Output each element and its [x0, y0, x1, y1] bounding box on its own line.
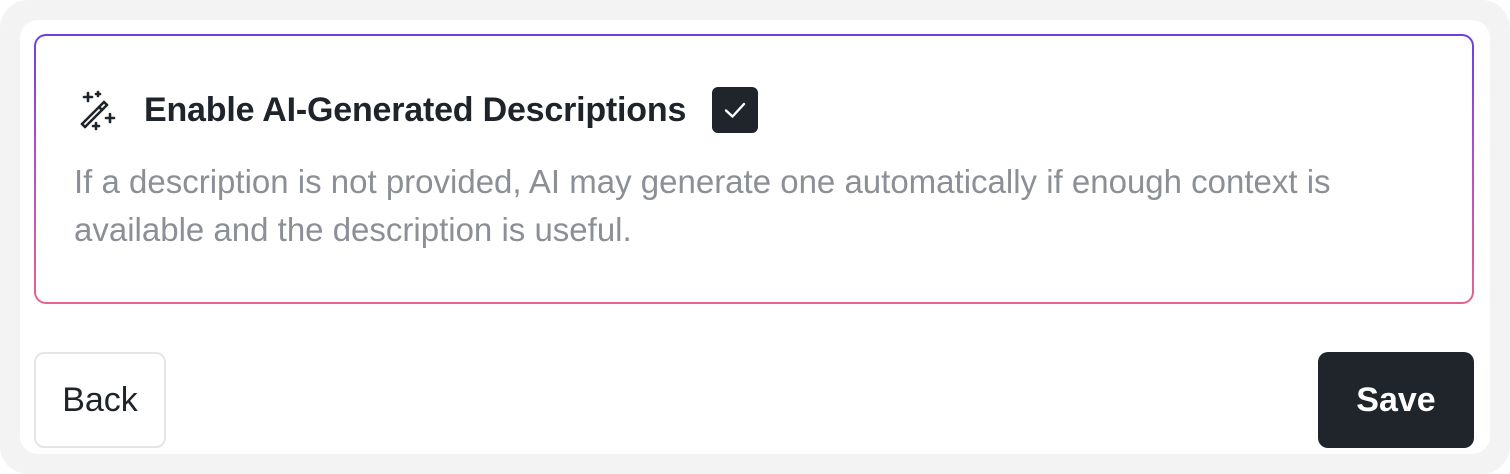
checkmark-icon [724, 102, 746, 118]
magic-wand-sparkles-icon [74, 88, 118, 132]
ai-setting-title: Enable AI-Generated Descriptions [144, 90, 687, 129]
save-button[interactable]: Save [1318, 352, 1474, 448]
enable-ai-descriptions-checkbox[interactable] [712, 87, 759, 133]
dialog-frame: Enable AI-Generated Descriptions If a de… [0, 0, 1510, 474]
ai-setting-description: If a description is not provided, AI may… [74, 163, 1331, 248]
settings-panel: Enable AI-Generated Descriptions If a de… [20, 20, 1490, 454]
ai-setting-header: Enable AI-Generated Descriptions [74, 84, 1434, 136]
ai-description-card-content: Enable AI-Generated Descriptions If a de… [36, 36, 1472, 302]
back-button[interactable]: Back [34, 352, 166, 448]
ai-description-card: Enable AI-Generated Descriptions If a de… [34, 34, 1474, 304]
